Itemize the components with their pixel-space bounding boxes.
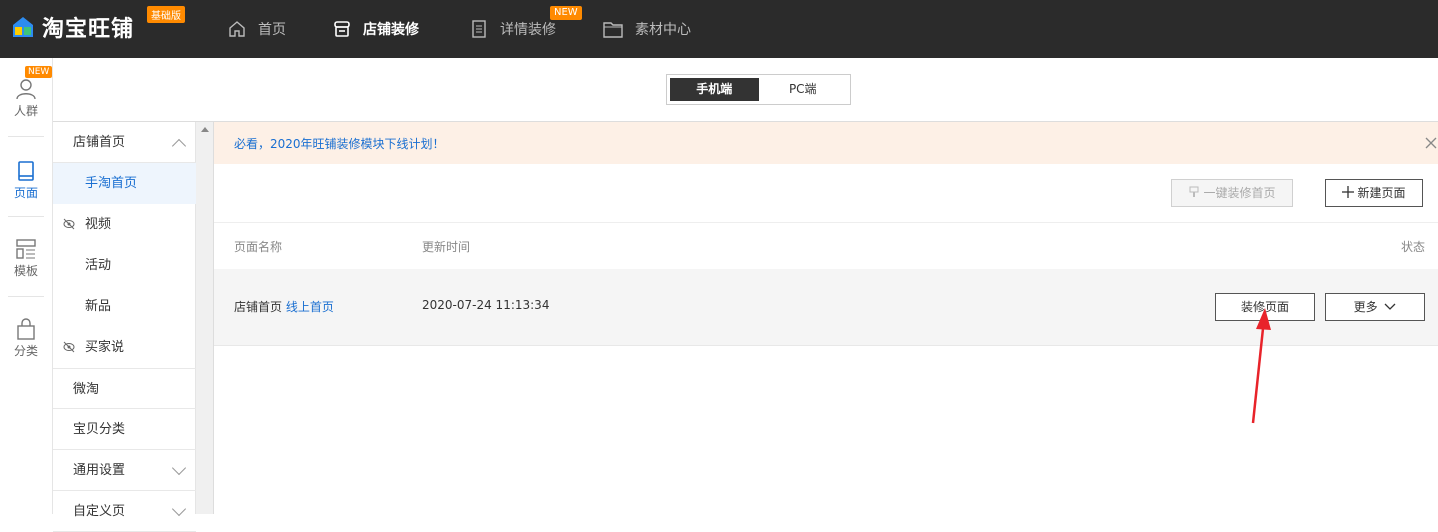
left-icon-rail: 人群 NEW 页面 模板 分类 — [0, 58, 53, 514]
nav-store-decoration-label: 店铺装修 — [363, 22, 419, 38]
rail-item-template-label: 模板 — [13, 264, 38, 278]
rail-divider — [8, 216, 44, 217]
bag-icon — [17, 318, 35, 340]
new-page-button[interactable]: 新建页面 — [1325, 179, 1423, 207]
sidebar-item-new-products[interactable]: 新品 — [53, 286, 196, 327]
pc-tab[interactable]: PC端 — [759, 78, 848, 101]
nav-material-center-label: 素材中心 — [635, 22, 691, 38]
rail-item-crowd-label: 人群 — [13, 104, 38, 118]
rail-divider — [8, 136, 44, 137]
person-icon — [16, 79, 36, 100]
sidebar-item-video[interactable]: 视频 — [53, 204, 196, 245]
device-switch-bar: 手机端 PC端 — [53, 58, 1438, 122]
rail-item-crowd[interactable]: 人群 — [0, 78, 52, 119]
scroll-up-arrow-icon[interactable] — [201, 127, 209, 132]
new-badge: NEW — [550, 6, 582, 20]
sidebar-item-label: 视频 — [85, 217, 112, 232]
sidebar-item-label: 手淘首页 — [85, 176, 138, 191]
nav-material-center[interactable]: 素材中心 — [603, 0, 691, 58]
more-label: 更多 — [1353, 300, 1378, 314]
notice-link[interactable]: 必看，2020年旺铺装修模块下线计划！ — [234, 135, 445, 152]
plus-icon — [1342, 186, 1355, 198]
chevron-down-icon — [1384, 303, 1396, 310]
brush-icon — [1189, 186, 1199, 197]
sidebar-item-label: 买家说 — [85, 340, 125, 355]
updated-time: 2020-07-24 11:13:34 — [422, 298, 550, 312]
app-logo[interactable]: 淘宝旺铺 基础版 — [12, 6, 185, 42]
sidebar-scrollbar[interactable] — [196, 122, 214, 514]
top-navigation-bar: 淘宝旺铺 基础版 首页 店铺装修 详情装修 NEW 素材中心 — [0, 0, 1438, 58]
sidebar-item-custom-page[interactable]: 自定义页 — [53, 491, 196, 532]
more-dropdown-button[interactable]: 更多 — [1325, 293, 1425, 321]
column-header-updated: 更新时间 — [422, 240, 471, 254]
store-icon — [333, 20, 351, 38]
sidebar-item-weitao[interactable]: 微淘 — [53, 368, 196, 409]
nav-detail-decoration[interactable]: 详情装修 NEW — [470, 0, 582, 58]
sidebar-item-mobile-home[interactable]: 手淘首页 — [53, 163, 196, 204]
sidebar-item-label: 微淘 — [73, 382, 100, 397]
document-icon — [470, 20, 488, 38]
sidebar-item-label: 店铺首页 — [73, 135, 126, 150]
close-icon[interactable] — [1424, 136, 1438, 150]
edition-badge: 基础版 — [147, 6, 185, 23]
eye-hidden-icon — [63, 341, 75, 353]
page-name: 店铺首页 — [234, 300, 283, 314]
nav-store-decoration[interactable]: 店铺装修 — [333, 0, 419, 58]
chevron-down-icon — [171, 460, 187, 476]
rail-new-badge: NEW — [25, 66, 53, 78]
sidebar-item-label: 活动 — [85, 258, 112, 273]
sidebar-item-activity[interactable]: 活动 — [53, 245, 196, 286]
sidebar-item-label: 新品 — [85, 299, 112, 314]
taobao-house-icon — [12, 16, 34, 38]
mobile-tab[interactable]: 手机端 — [670, 78, 759, 101]
column-header-status: 状态 — [1400, 240, 1425, 254]
nav-home[interactable]: 首页 — [228, 0, 286, 58]
rail-item-category[interactable]: 分类 — [0, 318, 52, 359]
sidebar-item-item-category[interactable]: 宝贝分类 — [53, 409, 196, 450]
sidebar-item-buyer-show[interactable]: 买家说 — [53, 327, 196, 368]
rail-item-template[interactable]: 模板 — [0, 238, 52, 279]
one-click-label: 一键装修首页 — [1203, 186, 1276, 200]
annotation-arrow-icon — [1251, 308, 1271, 424]
rail-item-page-label: 页面 — [13, 186, 38, 200]
notice-banner: 必看，2020年旺铺装修模块下线计划！ — [214, 122, 1438, 164]
online-home-tag[interactable]: 线上首页 — [286, 300, 334, 314]
eye-hidden-icon — [63, 218, 75, 230]
folder-icon — [603, 20, 623, 38]
page-icon — [18, 161, 34, 181]
column-header-name: 页面名称 — [234, 240, 283, 254]
rail-divider — [8, 296, 44, 297]
one-click-decorate-button[interactable]: 一键装修首页 — [1171, 179, 1293, 207]
page-sidebar: 店铺首页 手淘首页 视频 活动 新品 买家说 微淘 宝贝分类 通用设置 自定义页 — [53, 122, 196, 532]
sidebar-item-store-home[interactable]: 店铺首页 — [53, 122, 196, 163]
sidebar-item-label: 自定义页 — [73, 504, 126, 519]
sidebar-item-label: 宝贝分类 — [73, 422, 126, 437]
sidebar-item-general-settings[interactable]: 通用设置 — [53, 450, 196, 491]
template-icon — [16, 239, 36, 259]
home-icon — [228, 20, 246, 38]
new-page-label: 新建页面 — [1357, 186, 1406, 200]
chevron-up-icon — [171, 138, 187, 154]
page-name-cell: 店铺首页 线上首页 — [234, 298, 334, 315]
sidebar-item-label: 通用设置 — [73, 463, 126, 478]
rail-item-category-label: 分类 — [13, 344, 38, 358]
device-toggle: 手机端 PC端 — [666, 74, 851, 105]
nav-detail-decoration-label: 详情装修 — [500, 22, 556, 38]
nav-home-label: 首页 — [258, 22, 286, 38]
page-table-header: 页面名称 更新时间 状态 — [214, 222, 1438, 269]
app-title: 淘宝旺铺 — [42, 17, 135, 42]
rail-item-page[interactable]: 页面 — [0, 160, 52, 201]
